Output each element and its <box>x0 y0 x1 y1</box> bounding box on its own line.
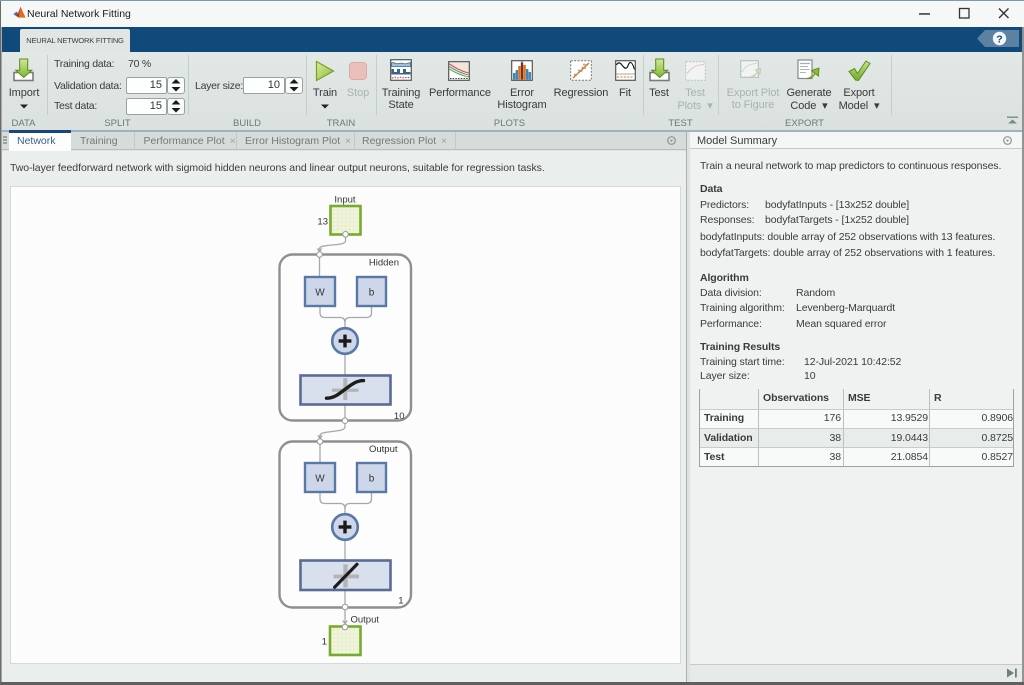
svg-text:Output: Output <box>351 615 380 626</box>
svg-text:b: b <box>369 288 375 299</box>
svg-text:W: W <box>315 474 325 485</box>
svg-text:Input: Input <box>334 195 355 206</box>
svg-text:1: 1 <box>398 596 403 607</box>
svg-text:?: ? <box>996 33 1002 45</box>
svg-text:Hidden: Hidden <box>369 258 399 269</box>
svg-text:Output: Output <box>369 444 398 455</box>
svg-text:W: W <box>315 288 325 299</box>
svg-text:b: b <box>369 474 375 485</box>
svg-text:1: 1 <box>322 637 327 648</box>
svg-text:10: 10 <box>394 411 405 422</box>
svg-text:13: 13 <box>317 217 328 228</box>
